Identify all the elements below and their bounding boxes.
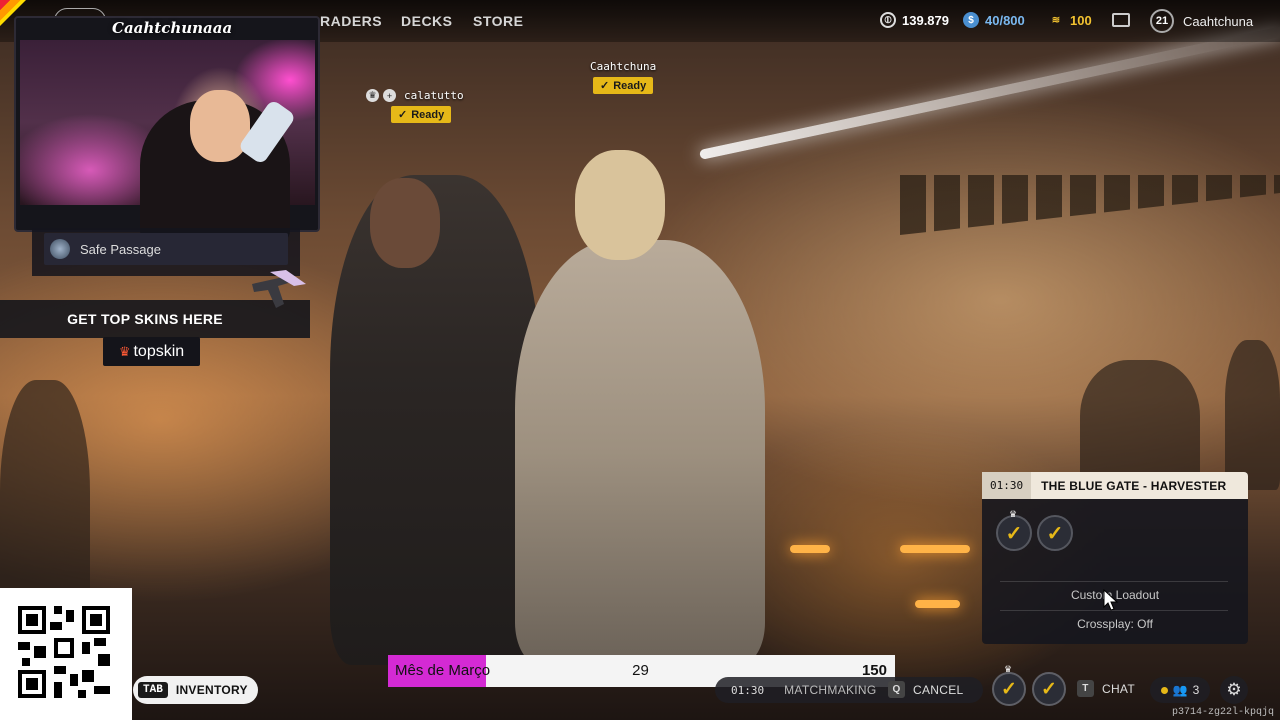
webcam-video [20, 40, 315, 245]
streamer-face [190, 90, 250, 162]
crown-icon: ♛ [118, 343, 131, 359]
qr-code-pattern [18, 606, 110, 698]
shelf-light [915, 600, 960, 608]
nav-decks[interactable]: DECKS [401, 13, 453, 29]
inventory-key: TAB [138, 682, 168, 698]
mouse-cursor-icon [1103, 589, 1119, 611]
online-dot-icon [1160, 686, 1168, 694]
credits-value: 139.879 [902, 12, 949, 28]
goal-label: Mês de Março [395, 662, 491, 679]
party-slot-2[interactable]: ✓ [1037, 515, 1073, 551]
topskin-logo[interactable]: ♛ topskin [103, 337, 200, 366]
cred-icon: ≋ [1051, 14, 1061, 26]
settings-button[interactable]: ⚙ [1220, 676, 1248, 704]
player-name[interactable]: Caahtchuna [1183, 14, 1253, 29]
tokens-stat: $ 40/800 [963, 12, 1025, 28]
mail-icon[interactable] [1112, 13, 1130, 27]
crown-icon: ♛ [366, 89, 379, 102]
credits-icon: ⦶ [880, 12, 896, 28]
check-icon: ✓ [599, 80, 610, 92]
leader-crown-icon: ♛ [1004, 664, 1013, 674]
party-member-tag: Caahtchuna ✓ Ready [590, 60, 656, 94]
shelf-light [790, 545, 830, 553]
goal-current: 29 [632, 662, 649, 679]
ready-label: Ready [411, 108, 445, 121]
background-npc-far-right [1225, 340, 1280, 490]
chat-button[interactable]: T CHAT [1077, 680, 1135, 697]
cred-value: 100 [1070, 12, 1092, 28]
safe-passage-item[interactable]: Safe Passage [44, 233, 288, 265]
raider-character-right[interactable] [515, 240, 765, 665]
add-friend-icon[interactable]: + [383, 89, 396, 102]
chat-key: T [1077, 680, 1094, 697]
bunting-flags [900, 175, 1280, 235]
raider-character-left-head [370, 178, 440, 268]
cred-stat: ≋ 100 [1048, 12, 1092, 28]
bottom-party-slot-2[interactable]: ✓ [1032, 672, 1066, 706]
gear-icon: ⚙ [1226, 680, 1242, 699]
check-icon: ✓ [398, 109, 408, 121]
party-count-button[interactable]: 👥 3 [1150, 677, 1210, 703]
inventory-label: INVENTORY [175, 683, 248, 697]
party-member-header: ♛ + calatutto [366, 89, 464, 102]
check-icon: ✓ [1041, 678, 1057, 700]
bottom-party-slot-1[interactable]: ✓ [992, 672, 1026, 706]
cancel-matchmaking-button[interactable]: Q CANCEL [888, 681, 963, 698]
ready-badge: ✓ Ready [391, 106, 452, 123]
party-slot-1[interactable]: ✓ [996, 515, 1032, 551]
chat-label: CHAT [1102, 681, 1135, 696]
matchmaking-header: 01:30 THE BLUE GATE - HARVESTER [982, 472, 1248, 499]
people-icon: 👥 [1172, 683, 1188, 697]
party-member-name: calatutto [404, 89, 464, 102]
ceiling-light-beam [698, 25, 1280, 160]
leader-crown-icon: ♛ [1009, 509, 1018, 519]
shelf-light [900, 545, 970, 553]
check-icon: ✓ [1046, 522, 1064, 545]
ready-label: Ready [613, 79, 647, 92]
party-member-name: Caahtchuna [590, 60, 657, 73]
cancel-key: Q [888, 681, 905, 698]
safe-passage-label: Safe Passage [80, 241, 161, 257]
promo-headline: GET TOP SKINS HERE [67, 311, 223, 327]
raider-character-right-head [575, 150, 665, 260]
player-level-badge[interactable]: 21 [1150, 9, 1174, 33]
matchmaking-bar-timer: 01:30 [731, 683, 765, 697]
nav-store[interactable]: STORE [473, 13, 523, 29]
pistol-icon [252, 270, 306, 308]
ready-badge: ✓ Ready [592, 77, 654, 94]
map-name: THE BLUE GATE - HARVESTER [1041, 478, 1227, 493]
party-member-tag: ♛ + calatutto ✓ Ready [366, 89, 464, 123]
matchmaking-bar-label: MATCHMAKING [784, 683, 877, 697]
inventory-button[interactable]: TAB INVENTORY [133, 676, 258, 704]
tokens-value: 40/800 [985, 12, 1025, 28]
safe-passage-icon [50, 239, 70, 259]
topskin-brand: topskin [133, 342, 185, 360]
matchmaking-timer: 01:30 [982, 472, 1032, 499]
party-size: 3 [1192, 683, 1200, 697]
check-icon: ✓ [1001, 678, 1017, 700]
credits-stat: ⦶ 139.879 [880, 12, 949, 28]
crossplay-option[interactable]: Crossplay: Off [982, 617, 1248, 631]
nav-raiders[interactable]: RADERS [320, 13, 382, 29]
webcam-title: Caahtchunaaa [112, 19, 233, 37]
panel-divider [1000, 581, 1228, 582]
cancel-label: CANCEL [913, 682, 964, 697]
tokens-icon: $ [963, 12, 979, 28]
check-icon: ✓ [1005, 522, 1023, 545]
session-code: p3714-zg22l-kpqjq [1171, 707, 1274, 718]
